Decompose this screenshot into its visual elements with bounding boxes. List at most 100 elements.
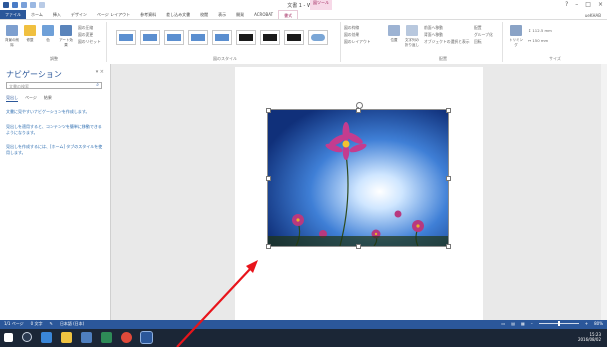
change-picture-button[interactable]: 図の変更	[78, 32, 93, 38]
crop-label: トリミング	[509, 38, 523, 47]
picture-effects-button[interactable]: 図の効果	[344, 32, 359, 38]
resize-handle-top-right[interactable]	[446, 108, 451, 113]
tab-file[interactable]: ファイル	[0, 10, 26, 19]
tab-insert[interactable]: 挿入	[48, 10, 66, 19]
group-button[interactable]: グループ化	[474, 32, 493, 38]
tab-review[interactable]: 校閲	[195, 10, 213, 19]
bring-forward-button[interactable]: 前面へ移動	[424, 25, 443, 31]
nav-help-text-1: 文書に見やすいナビゲーションを作成します。	[6, 109, 90, 114]
picture-border-button[interactable]: 図の枠線	[344, 25, 359, 31]
remove-background-button[interactable]: 背景の削除	[4, 25, 20, 51]
position-label: 位置	[390, 38, 398, 42]
nav-tab-headings[interactable]: 見出し	[6, 95, 18, 102]
inserted-photo[interactable]	[267, 109, 449, 247]
selection-pane-button[interactable]: オブジェクトの選択と表示	[424, 39, 470, 45]
shape-height-field[interactable]: ↕ 112.5 mm	[528, 28, 552, 33]
rotate-button[interactable]: 回転	[474, 39, 482, 45]
picture-style-1[interactable]	[116, 30, 136, 45]
nav-close-icon[interactable]: ▾ ×	[96, 69, 104, 75]
read-mode-icon[interactable]: ▭	[501, 321, 505, 326]
print-layout-icon[interactable]: ▤	[511, 321, 515, 326]
resize-handle-left[interactable]	[266, 176, 271, 181]
tab-references[interactable]: 参考資料	[135, 10, 161, 19]
nav-tab-results[interactable]: 結果	[44, 95, 52, 102]
send-backward-button[interactable]: 背面へ移動	[424, 32, 443, 38]
page-count[interactable]: 1/1 ページ	[4, 321, 24, 327]
shape-width-field[interactable]: ↔ 150 mm	[528, 38, 548, 43]
nav-tab-pages[interactable]: ページ	[25, 95, 37, 102]
language-indicator[interactable]: 日本語 (日本)	[60, 321, 84, 327]
resize-handle-right[interactable]	[446, 176, 451, 181]
chrome-icon[interactable]	[121, 332, 132, 343]
web-layout-icon[interactable]: ▦	[521, 321, 525, 326]
document-page[interactable]	[235, 67, 483, 320]
picture-layout-button[interactable]: 図のレイアウト	[344, 39, 371, 45]
picture-style-6[interactable]	[236, 30, 256, 45]
tab-home[interactable]: ホーム	[26, 10, 48, 19]
tab-developer[interactable]: 開発	[231, 10, 249, 19]
proofing-icon[interactable]: ✎	[49, 321, 52, 327]
crop-button[interactable]: トリミング	[508, 25, 524, 51]
vertical-scrollbar[interactable]	[601, 64, 607, 320]
picture-style-9[interactable]	[308, 30, 328, 45]
minimize-icon[interactable]: –	[575, 1, 578, 8]
align-button[interactable]: 配置	[474, 25, 482, 31]
zoom-slider-thumb[interactable]	[557, 321, 560, 326]
excel-icon[interactable]	[101, 332, 112, 343]
wrap-text-button[interactable]: 文字列の折り返し	[404, 25, 420, 51]
color-button[interactable]: 色	[40, 25, 56, 51]
user-name[interactable]: ueKHAB	[585, 13, 601, 18]
tab-acrobat[interactable]: ACROBAT	[249, 10, 278, 19]
clock-date: 2016/08/02	[577, 337, 601, 342]
reset-picture-button[interactable]: 図のリセット	[78, 39, 101, 45]
resize-handle-top-left[interactable]	[266, 108, 271, 113]
zoom-out-icon[interactable]: –	[531, 321, 533, 326]
picture-style-3[interactable]	[164, 30, 184, 45]
nav-title: ナビゲーション	[6, 70, 62, 79]
tab-layout[interactable]: ページ レイアウト	[92, 10, 135, 19]
maximize-icon[interactable]: □	[585, 1, 591, 8]
artistic-effects-button[interactable]: アート効果	[58, 25, 74, 51]
zoom-slider[interactable]	[538, 321, 579, 326]
picture-style-7[interactable]	[260, 30, 280, 45]
shape-width-value: 150 mm	[532, 38, 549, 43]
zoom-level[interactable]: 80%	[594, 321, 603, 326]
nav-search-input[interactable]: 文書の検索 ⌕	[6, 82, 102, 89]
store-icon[interactable]	[81, 332, 92, 343]
picture-style-5[interactable]	[212, 30, 232, 45]
search-icon[interactable]: ⌕	[96, 82, 99, 89]
edge-icon[interactable]	[41, 332, 52, 343]
system-tray[interactable]: 15:23 2016/08/02	[578, 332, 601, 342]
start-icon[interactable]	[4, 333, 13, 342]
picture-styles-group: 図のスタイル	[110, 22, 341, 62]
search-taskbar-icon[interactable]	[22, 332, 32, 342]
crop-icon	[510, 25, 522, 36]
position-icon	[388, 25, 400, 36]
close-icon[interactable]: ×	[598, 1, 603, 8]
arrange-group-label: 配置	[439, 56, 447, 61]
resize-handle-bottom[interactable]	[356, 244, 361, 249]
remove-background-icon	[6, 25, 18, 36]
nav-search-placeholder: 文書の検索	[9, 84, 29, 89]
tab-view[interactable]: 表示	[213, 10, 231, 19]
help-icon[interactable]: ?	[565, 1, 568, 8]
picture-tools-tag: 図ツール	[310, 0, 332, 10]
explorer-icon[interactable]	[61, 332, 72, 343]
compress-pictures-button[interactable]: 図の圧縮	[78, 25, 93, 31]
tab-format[interactable]: 書式	[278, 10, 299, 19]
position-button[interactable]: 位置	[386, 25, 402, 51]
adjust-group: 背景の削除 修整 色 アート効果 図の圧縮 図の変更 図のリセット 調整	[2, 22, 107, 62]
word-taskbar-icon[interactable]	[140, 331, 153, 344]
resize-handle-bottom-left[interactable]	[266, 244, 271, 249]
zoom-in-icon[interactable]: +	[585, 321, 588, 326]
tab-mailings[interactable]: 差し込み文書	[161, 10, 195, 19]
picture-style-4[interactable]	[188, 30, 208, 45]
picture-style-2[interactable]	[140, 30, 160, 45]
corrections-button[interactable]: 修整	[22, 25, 38, 51]
resize-handle-bottom-right[interactable]	[446, 244, 451, 249]
picture-style-8[interactable]	[284, 30, 304, 45]
adjust-group-label: 調整	[50, 56, 58, 61]
resize-handle-top[interactable]	[356, 108, 361, 113]
word-count[interactable]: 0 文字	[31, 321, 43, 327]
tab-design[interactable]: デザイン	[66, 10, 92, 19]
